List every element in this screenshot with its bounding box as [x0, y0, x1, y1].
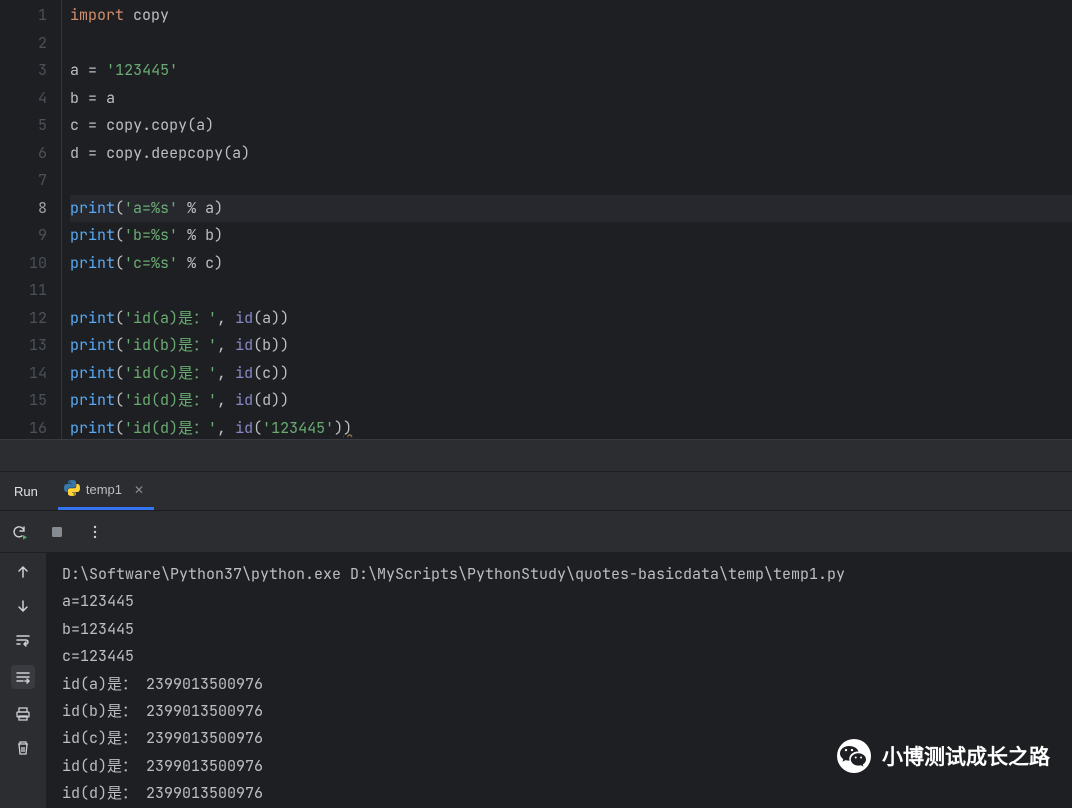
console-line: a=123445	[62, 588, 1072, 615]
line-number: 10	[0, 250, 47, 278]
code-line[interactable]: import copy	[70, 2, 1072, 30]
run-tab-label: temp1	[86, 482, 122, 497]
code-line[interactable]: a = '123445'	[70, 57, 1072, 85]
code-line[interactable]: b = a	[70, 85, 1072, 113]
separator-bar	[0, 440, 1072, 472]
print-icon[interactable]	[14, 705, 32, 723]
watermark: 小博测试成长之路	[836, 738, 1050, 774]
console-line: id(a)是： 2399013500976	[62, 671, 1072, 698]
wechat-icon	[836, 738, 872, 774]
watermark-text: 小博测试成长之路	[882, 741, 1050, 771]
code-line[interactable]: print('id(b)是：', id(b))	[70, 332, 1072, 360]
line-number: 1	[0, 2, 47, 30]
code-line[interactable]: c = copy.copy(a)	[70, 112, 1072, 140]
line-number: 3	[0, 57, 47, 85]
soft-wrap-icon[interactable]	[14, 631, 32, 649]
code-line[interactable]: print('a=%s' % a)	[70, 195, 1072, 223]
line-number: 15	[0, 387, 47, 415]
down-arrow-icon[interactable]	[14, 597, 32, 615]
line-number: 14	[0, 360, 47, 388]
run-toolbar	[0, 511, 1072, 553]
up-arrow-icon[interactable]	[14, 563, 32, 581]
trash-icon[interactable]	[14, 739, 32, 757]
run-tab-active[interactable]: temp1 ✕	[58, 472, 154, 510]
code-line[interactable]: d = copy.deepcopy(a)	[70, 140, 1072, 168]
code-editor[interactable]: 12345678910111213141516 import copy a = …	[0, 0, 1072, 440]
line-number: 9	[0, 222, 47, 250]
more-actions-button[interactable]	[86, 523, 104, 541]
stop-button[interactable]	[48, 523, 66, 541]
console-line: D:\Software\Python37\python.exe D:\MyScr…	[62, 561, 1072, 588]
code-line[interactable]: print('id(c)是：', id(c))	[70, 360, 1072, 388]
line-number-gutter: 12345678910111213141516	[0, 0, 62, 439]
rerun-button[interactable]	[10, 523, 28, 541]
line-number: 8	[0, 195, 47, 223]
line-number: 13	[0, 332, 47, 360]
line-number: 16	[0, 415, 47, 443]
line-number: 5	[0, 112, 47, 140]
console-line: id(d)是： 2399013500976	[62, 780, 1072, 807]
run-side-toolbar	[0, 553, 46, 808]
line-number: 11	[0, 277, 47, 305]
code-line[interactable]	[70, 277, 1072, 305]
code-line[interactable]	[70, 167, 1072, 195]
console-line: id(b)是： 2399013500976	[62, 698, 1072, 725]
run-panel-header: Run temp1 ✕	[0, 472, 1072, 511]
code-line[interactable]: print('b=%s' % b)	[70, 222, 1072, 250]
line-number: 2	[0, 30, 47, 58]
console-line: b=123445	[62, 616, 1072, 643]
code-line[interactable]: print('c=%s' % c)	[70, 250, 1072, 278]
run-panel-label: Run	[0, 472, 52, 510]
code-line[interactable]	[70, 30, 1072, 58]
scroll-to-end-icon[interactable]	[11, 665, 35, 689]
line-number: 7	[0, 167, 47, 195]
line-number: 12	[0, 305, 47, 333]
python-file-icon	[64, 480, 80, 499]
code-line[interactable]: print('id(d)是：', id(d))	[70, 387, 1072, 415]
line-number: 6	[0, 140, 47, 168]
code-area[interactable]: import copy a = '123445'b = ac = copy.co…	[62, 0, 1072, 439]
code-line[interactable]: print('id(a)是：', id(a))	[70, 305, 1072, 333]
console-line: c=123445	[62, 643, 1072, 670]
close-icon[interactable]: ✕	[134, 483, 144, 497]
line-number: 4	[0, 85, 47, 113]
code-line[interactable]: print('id(d)是：', id('123445'))	[70, 415, 1072, 443]
